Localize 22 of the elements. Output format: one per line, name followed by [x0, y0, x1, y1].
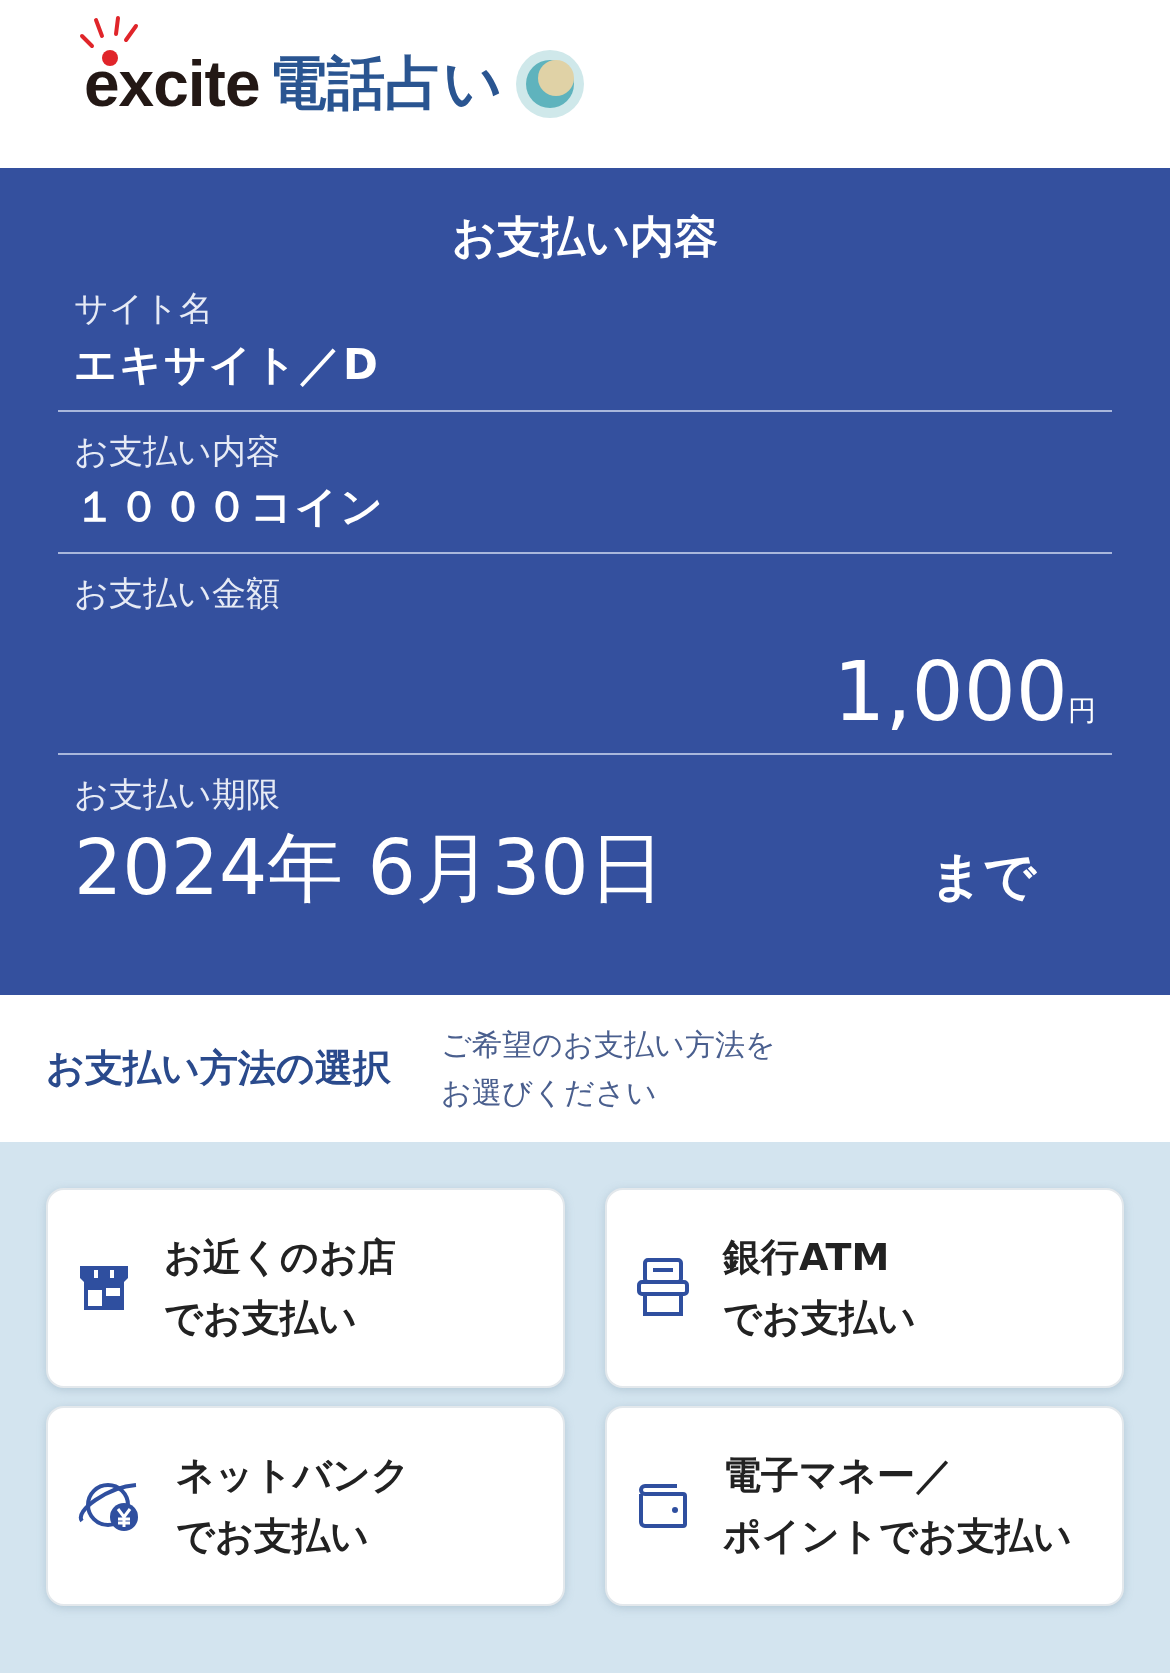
field-label: お支払い内容	[74, 429, 281, 473]
brand-logo: excite	[84, 47, 260, 121]
wallet-icon	[637, 1482, 689, 1530]
amount-value: 1,000	[833, 643, 1068, 739]
field-value: エキサイト／D	[74, 338, 381, 391]
summary-title: お支払い内容	[451, 210, 719, 264]
method-heading: お支払い方法の選択	[46, 1045, 391, 1092]
service-name: 電話占い	[269, 48, 503, 119]
deadline-suffix: まで	[930, 845, 1036, 909]
deadline-date: 2024年 6月30日	[74, 822, 665, 915]
method-hint: ご希望のお支払い方法を お選びください	[441, 1025, 776, 1112]
payment-option-button[interactable]: 電子マネー／ ポイントでお支払い	[605, 1406, 1124, 1606]
payment-option-button[interactable]: 銀行ATM でお支払い	[605, 1188, 1124, 1388]
field-label: お支払い期限	[74, 772, 281, 816]
field-label: サイト名	[74, 287, 214, 330]
currency-unit: 円	[1068, 692, 1096, 729]
storefront-icon	[78, 1264, 130, 1312]
atm-icon	[637, 1258, 689, 1318]
payment-option-button[interactable]: ネットバンク でお支払い	[46, 1406, 565, 1606]
field-value: １０００コイン	[74, 481, 386, 534]
field-label: お支払い金額	[74, 572, 281, 616]
payment-option-button[interactable]: お近くのお店 でお支払い	[46, 1188, 565, 1388]
